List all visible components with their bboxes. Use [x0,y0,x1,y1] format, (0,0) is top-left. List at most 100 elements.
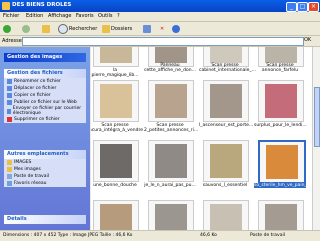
folders-button[interactable]: Dossiers [102,24,132,33]
image-thumbnail [155,84,187,118]
window-title: DES BIENS DROLES [12,2,72,8]
computer-icon [7,174,12,179]
move-file-link[interactable]: Déplacer ce fichier [4,85,86,92]
folder-up-icon [42,24,50,33]
back-button[interactable] [3,24,12,33]
delete-icon: ✕ [160,25,165,32]
image-thumbnail [100,144,132,178]
menu-help[interactable]: ? [117,13,120,19]
rename-icon [7,79,12,84]
menu-bar: Fichier Edition Affichage Favoris Outils… [0,12,320,22]
place-my-pictures[interactable]: Mes images [4,166,86,173]
search-icon [58,23,68,34]
other-places-title[interactable]: Autres emplacements [4,150,86,159]
file-caption[interactable]: Scan presse acura_intégra_à_vendre [91,123,143,133]
folder-icon [2,2,10,10]
file-thumb[interactable] [148,140,194,182]
undo-button[interactable] [172,24,181,33]
image-thumbnail [265,84,297,118]
file-caption[interactable]: l_ascenseur_est_porte... [199,123,253,128]
file-thumb[interactable] [148,80,194,122]
file-thumb[interactable] [93,200,139,230]
menu-outils[interactable]: Outils [98,13,112,19]
move-icon [7,86,12,91]
image-thumbnail [155,204,187,230]
task-pane: Gestion des images Gestion des fichiers … [0,47,90,230]
search-label: Rechercher [69,25,98,32]
address-input[interactable] [22,37,304,46]
close-button[interactable]: × [308,2,319,12]
vertical-scrollbar[interactable] [312,47,320,230]
file-caption[interactable]: surplus_pour_le_lendi... [254,123,307,128]
menu-affichage[interactable]: Affichage [48,13,72,19]
publish-file-link[interactable]: Publier ce fichier sur le Web [4,99,86,106]
folder-icon [7,167,12,172]
image-thumbnail [265,47,297,63]
image-thumbnail [155,47,187,63]
file-thumb[interactable] [148,200,194,230]
menu-favoris[interactable]: Favoris [76,13,94,19]
file-thumb-selected[interactable] [258,140,306,184]
details-title[interactable]: Détails [4,215,86,224]
menu-edition[interactable]: Edition [26,13,43,19]
image-thumbnail [265,204,297,230]
file-thumb[interactable] [93,80,139,122]
image-thumbnail [100,84,132,118]
views-button[interactable] [143,24,152,33]
status-bar: Dimensions : 407 x 452 Type : Image JPEG… [0,230,320,241]
other-places-panel: Autres emplacements IMAGES Mes images Po… [4,150,86,187]
search-button[interactable]: Rechercher [58,23,98,34]
file-caption-selected[interactable]: so_sterile_hm_ve_pain_comme [254,183,312,188]
go-button[interactable]: OK [304,37,311,43]
delete-button[interactable]: ✕ [160,24,164,33]
file-thumb[interactable] [93,140,139,182]
image-thumbnail [210,47,242,63]
rename-file-link[interactable]: Renommer ce fichier [4,78,86,85]
toolbar: Rechercher Dossiers ✕ [0,22,320,36]
minimize-button[interactable]: _ [286,2,297,12]
file-thumb[interactable] [93,47,139,67]
forward-button[interactable] [22,24,31,33]
status-size: 46,6 Ko [200,233,217,238]
address-label: Adresse [2,38,22,44]
scrollbar-thumb[interactable] [314,87,320,147]
delete-file-link[interactable]: Supprimer ce fichier [4,116,86,123]
folders-icon [102,24,110,33]
forward-arrow-icon [22,24,30,33]
file-thumb[interactable] [258,200,304,230]
menu-fichier[interactable]: Fichier [3,13,19,19]
file-thumb[interactable] [203,200,249,230]
folder-icon [7,160,12,165]
file-tasks-title[interactable]: Gestion des fichiers [4,69,86,78]
maximize-button[interactable]: □ [297,2,308,12]
file-caption[interactable]: Panneau cette_affiche_ne_don... [144,63,196,73]
web-icon [7,100,12,105]
place-network[interactable]: Favoris réseau [4,180,86,187]
email-file-link[interactable]: Envoyer ce fichier par courrier électron… [4,106,86,116]
network-icon [7,181,12,186]
file-caption[interactable]: sauvons_l_essentiel [199,183,251,188]
email-icon [7,108,11,114]
file-caption[interactable]: Scan presse 2_petites_annonces_ri... [144,123,198,133]
file-thumb[interactable] [258,80,304,122]
image-thumbnail [100,47,132,63]
file-tasks-panel: Gestion des fichiers Renommer ce fichier… [4,69,86,123]
delete-icon [7,117,12,122]
file-caption[interactable]: Scan presse annonce_farfelu [254,63,306,73]
file-caption[interactable]: une_bonne_douche [91,183,141,188]
up-button[interactable] [42,24,51,33]
copy-icon [7,93,12,98]
image-thumbnail [210,84,242,118]
image-thumbnail [210,144,242,178]
image-tasks-title[interactable]: Gestion des images [4,53,86,62]
file-thumb[interactable] [203,140,249,182]
file-caption[interactable]: Scan presse cabinet_internationale_... [199,63,256,73]
folders-label: Dossiers [111,25,133,32]
copy-file-link[interactable]: Copier ce fichier [4,92,86,99]
undo-icon [172,24,180,33]
file-thumb[interactable] [203,80,249,122]
place-images[interactable]: IMAGES [4,159,86,166]
file-caption[interactable]: la pierre_magique_lib... [91,68,141,78]
file-caption[interactable]: je_le_n_aurai_pas_pu... [144,183,196,188]
place-my-computer[interactable]: Poste de travail [4,173,86,180]
